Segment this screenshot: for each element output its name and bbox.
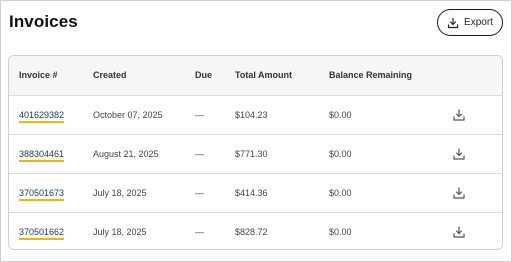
column-header-created: Created (93, 70, 127, 80)
invoices-table: Invoice # Created Due Total Amount Balan… (8, 55, 503, 250)
total-amount-cell: $828.72 (235, 227, 268, 237)
download-icon (452, 108, 466, 122)
balance-remaining-cell: $0.00 (329, 110, 352, 120)
download-icon (452, 147, 466, 161)
column-header-balance-remaining: Balance Remaining (329, 70, 413, 80)
due-cell: — (195, 149, 204, 159)
created-cell: August 21, 2025 (93, 149, 159, 159)
table-header: Invoice # Created Due Total Amount Balan… (9, 56, 502, 96)
invoice-cell: 370501673 (19, 174, 65, 212)
due-cell: — (195, 110, 204, 120)
download-icon (452, 186, 466, 200)
balance-remaining-cell: $0.00 (329, 149, 352, 159)
total-amount-cell: $414.36 (235, 188, 268, 198)
page-title: Invoices (9, 12, 78, 31)
due-cell: — (195, 188, 204, 198)
export-button[interactable]: Export (437, 9, 503, 36)
invoice-link[interactable]: 370501673 (19, 188, 65, 201)
export-button-label: Export (464, 17, 493, 28)
download-icon (452, 225, 466, 239)
download-invoice-button[interactable] (452, 147, 466, 161)
due-cell: — (195, 227, 204, 237)
table-row: 388304461 August 21, 2025 — $771.30 $0.0… (9, 135, 502, 174)
created-cell: July 18, 2025 (93, 188, 147, 198)
balance-remaining-cell: $0.00 (329, 227, 352, 237)
invoice-cell: 401629382 (19, 96, 65, 134)
balance-remaining-cell: $0.00 (329, 188, 352, 198)
created-cell: July 18, 2025 (93, 227, 147, 237)
invoice-link[interactable]: 370501662 (19, 227, 65, 240)
column-header-total-amount: Total Amount (235, 70, 292, 80)
created-cell: October 07, 2025 (93, 110, 163, 120)
invoice-cell: 370501662 (19, 213, 65, 249)
column-header-due: Due (195, 70, 213, 80)
table-row: 370501673 July 18, 2025 — $414.36 $0.00 (9, 174, 502, 213)
column-header-invoice: Invoice # (19, 70, 58, 80)
table-row: 370501662 July 18, 2025 — $828.72 $0.00 (9, 213, 502, 249)
download-icon (447, 17, 459, 29)
download-invoice-button[interactable] (452, 186, 466, 200)
total-amount-cell: $771.30 (235, 149, 268, 159)
table-row: 401629382 October 07, 2025 — $104.23 $0.… (9, 96, 502, 135)
invoice-link[interactable]: 388304461 (19, 149, 65, 162)
download-invoice-button[interactable] (452, 225, 466, 239)
total-amount-cell: $104.23 (235, 110, 268, 120)
download-invoice-button[interactable] (452, 108, 466, 122)
invoice-link[interactable]: 401629382 (19, 110, 65, 123)
invoice-cell: 388304461 (19, 135, 65, 173)
